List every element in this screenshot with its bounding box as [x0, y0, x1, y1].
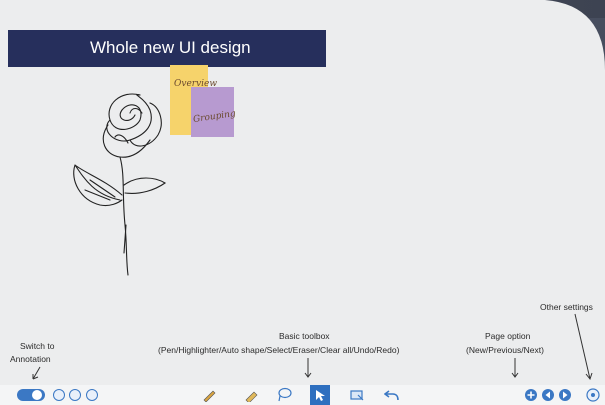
- save-icon[interactable]: [51, 387, 67, 403]
- lasso-icon[interactable]: [276, 387, 292, 403]
- callout-page-title: Page option: [485, 331, 531, 341]
- pen-icon[interactable]: [201, 387, 217, 403]
- callout-switch-line2: Annotation: [10, 354, 51, 364]
- prev-page-icon[interactable]: [540, 387, 556, 403]
- select-icon[interactable]: [310, 385, 330, 405]
- settings-icon[interactable]: [585, 387, 601, 403]
- slide-title: Whole new UI design: [90, 38, 251, 57]
- highlighter-icon[interactable]: [243, 387, 259, 403]
- arrow-icon: [32, 366, 41, 380]
- callout-toolbox-title: Basic toolbox: [279, 331, 330, 341]
- callout-settings: Other settings: [540, 302, 593, 312]
- callout-switch-line1: Switch to: [20, 341, 55, 351]
- undo-icon[interactable]: [384, 387, 400, 403]
- arrow-icon: [304, 358, 312, 378]
- arrow-icon: [574, 313, 593, 381]
- add-page-icon[interactable]: [523, 387, 539, 403]
- eraser-icon[interactable]: [349, 387, 365, 403]
- arrow-icon: [511, 358, 519, 378]
- callout-toolbox-desc: (Pen/Highlighter/Auto shape/Select/Erase…: [158, 345, 400, 355]
- annotation-toggle[interactable]: [17, 389, 45, 401]
- rose-sketch: [73, 93, 167, 276]
- share-icon[interactable]: [84, 387, 100, 403]
- slide-title-bar: Whole new UI design: [8, 30, 326, 67]
- callout-page-desc: (New/Previous/Next): [466, 345, 544, 355]
- text-icon[interactable]: [67, 387, 83, 403]
- next-page-icon[interactable]: [557, 387, 573, 403]
